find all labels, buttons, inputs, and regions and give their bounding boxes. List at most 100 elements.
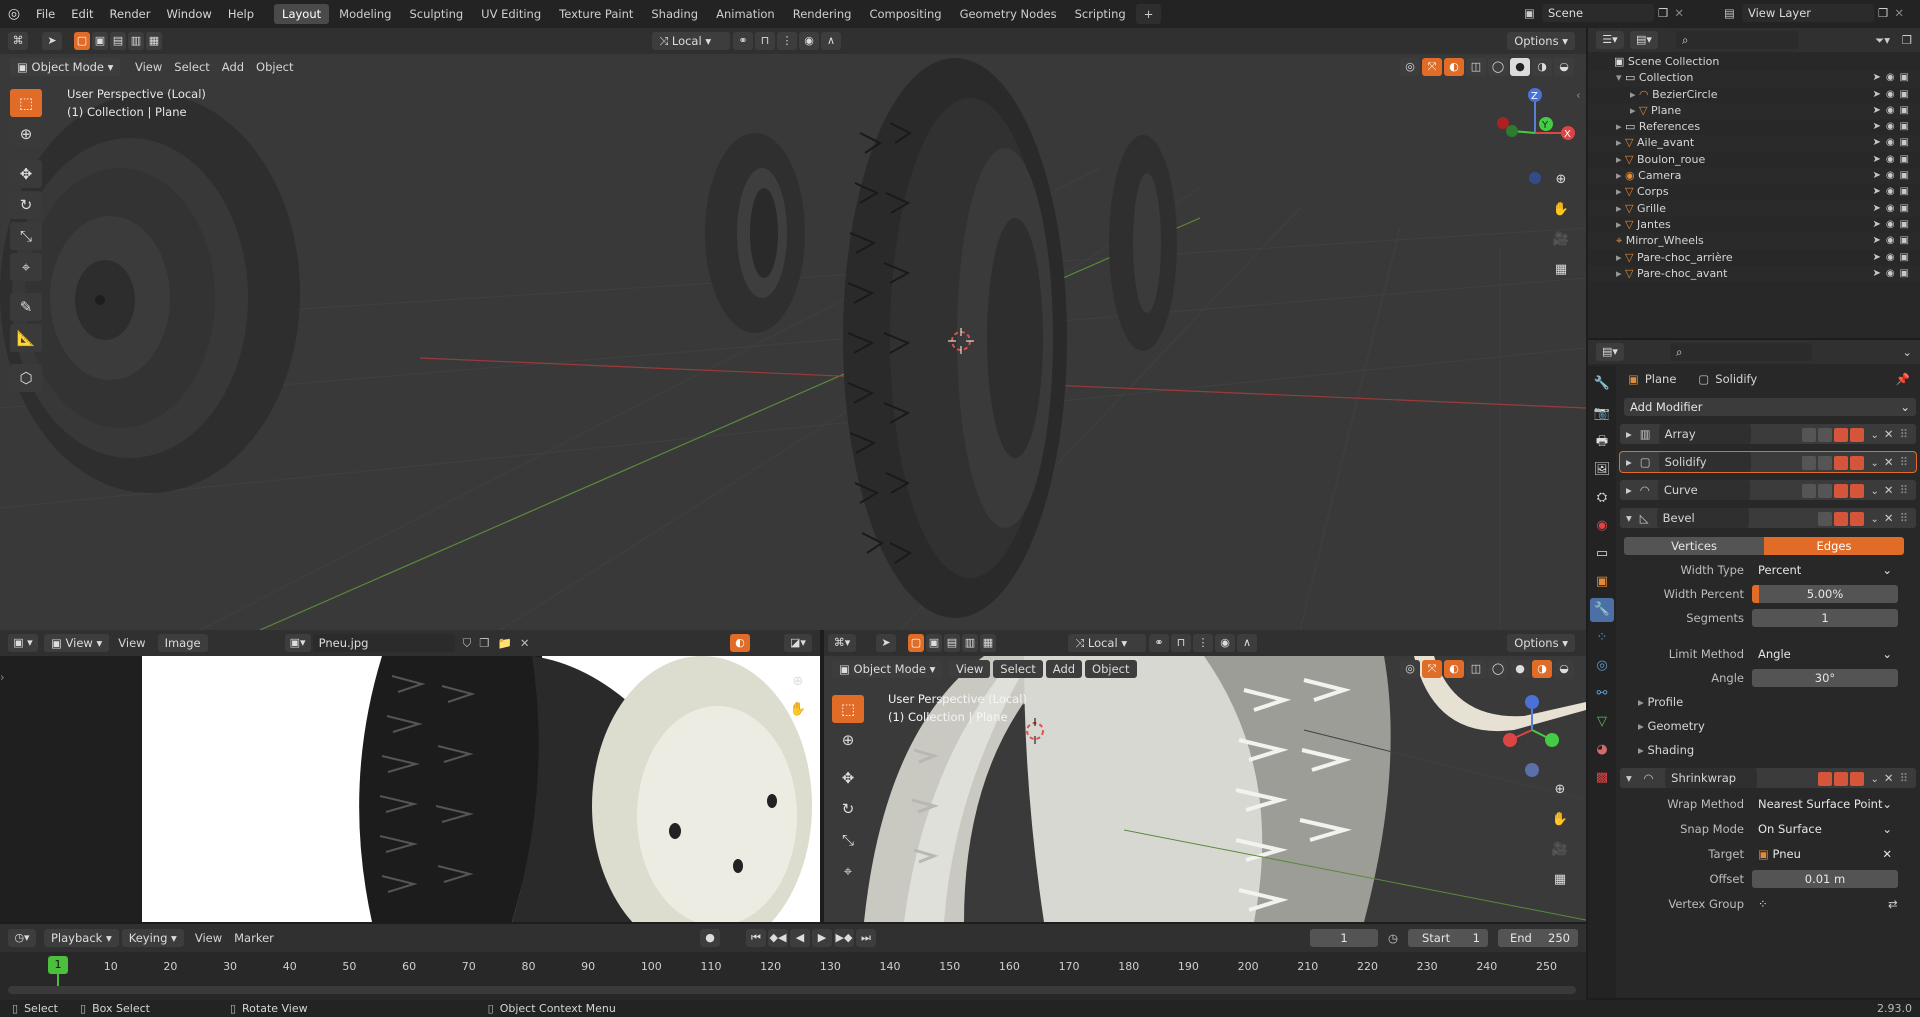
row-visibility-icons[interactable]: ➤◉▣: [1872, 233, 1914, 249]
tab-sculpting[interactable]: Sculpting: [401, 4, 471, 24]
tab-animation[interactable]: Animation: [708, 4, 783, 24]
outliner-editor-type-icon[interactable]: ☰▾: [1596, 31, 1624, 49]
next-keyframe-icon[interactable]: ▶◆: [834, 929, 854, 947]
start-frame-field[interactable]: Start 1: [1408, 929, 1488, 947]
expand-arrow-icon[interactable]: ▸: [1616, 120, 1625, 133]
select-extend-icon[interactable]: ▣: [92, 32, 108, 50]
shrinkwrap-editmode-icon[interactable]: [1817, 771, 1832, 786]
secondary-editor-type-icon[interactable]: ⌘▾: [828, 634, 856, 652]
subpanel-shading[interactable]: ▸ Shading: [1624, 738, 1918, 762]
outliner-row[interactable]: ▸ ▽ Plane ➤◉▣: [1588, 102, 1920, 120]
options-dropdown[interactable]: Options ▾: [1507, 32, 1575, 50]
modifier-delete-icon[interactable]: ✕: [1884, 483, 1894, 497]
properties-options-icon[interactable]: ⌄: [1902, 345, 1912, 359]
secondary-pivot-icon[interactable]: ⚭: [1149, 634, 1169, 652]
menu-render[interactable]: Render: [102, 0, 159, 28]
tab-constraints-icon[interactable]: ⚯: [1590, 682, 1614, 706]
offset-field[interactable]: 0.01 m: [1752, 870, 1898, 888]
shading-solid-icon[interactable]: ●: [1510, 58, 1530, 76]
outliner-display-mode-icon[interactable]: ▤▾: [1630, 31, 1658, 49]
image-display-channels-icon[interactable]: ◪▾: [784, 634, 812, 652]
properties-panel[interactable]: ▤▾ ⌕ ⌄ 🔧 📷 🖶 🖼 ⛭ ◉ ▭ ▣ 🔧 ⁘ ◎ ⚯ ▽ ◕ ▩ ▣ P…: [1588, 340, 1920, 998]
modifier-drag-icon[interactable]: ⠿: [1900, 427, 1908, 441]
editmode-icon[interactable]: [1817, 483, 1832, 498]
outliner-row[interactable]: ▸ ◠ BezierCircle ➤◉▣: [1588, 87, 1920, 103]
row-visibility-icons[interactable]: ➤◉▣: [1872, 201, 1914, 217]
add-modifier-dropdown[interactable]: Add Modifier ⌄: [1624, 398, 1916, 416]
modifier-name-field[interactable]: Solidify: [1658, 452, 1751, 472]
modifier-array[interactable]: ▸ ▥ Array ⌄ ✕ ⠿: [1620, 424, 1916, 444]
jump-end-icon[interactable]: ⏭: [856, 929, 876, 947]
end-frame-field[interactable]: End 250: [1498, 929, 1578, 947]
snap-target-icon[interactable]: ⋮: [777, 32, 797, 50]
outliner-row[interactable]: ▸ ▽ Jantes ➤◉▣: [1588, 217, 1920, 233]
expand-arrow-icon[interactable]: ▸: [1616, 169, 1625, 182]
secondary-falloff-icon[interactable]: ∧: [1237, 634, 1257, 652]
outliner-row[interactable]: ▸ ▽ Pare-choc_avant ➤◉▣: [1588, 265, 1920, 283]
image-unlink-icon[interactable]: ✕: [520, 636, 530, 650]
secondary-gizmo-toggle-icon[interactable]: ⤧: [1422, 660, 1442, 678]
keying-dropdown[interactable]: Keying ▾: [121, 929, 184, 947]
view-layer-close-icon[interactable]: ✕: [1894, 6, 1904, 20]
on-cage-icon[interactable]: [1801, 427, 1816, 442]
secondary-select-extend-icon[interactable]: ▣: [926, 634, 942, 652]
expand-arrow-icon[interactable]: ▸: [1616, 185, 1625, 198]
target-field[interactable]: ▣ Pneu ✕: [1752, 845, 1898, 863]
tab-output-icon[interactable]: 🖶: [1590, 430, 1614, 454]
outliner-new-collection-icon[interactable]: ❐: [1902, 33, 1912, 47]
tab-object-icon[interactable]: ▣: [1590, 570, 1614, 594]
shrinkwrap-render-icon[interactable]: [1849, 771, 1864, 786]
shading-material-icon[interactable]: ◑: [1532, 58, 1552, 76]
shrinkwrap-menu-icon[interactable]: ⌄: [1871, 774, 1879, 785]
modifier-delete-icon[interactable]: ✕: [1884, 455, 1894, 469]
tab-physics-icon[interactable]: ◎: [1590, 654, 1614, 678]
row-visibility-icons[interactable]: ➤◉▣: [1872, 70, 1914, 86]
expand-arrow-icon[interactable]: ▸: [1616, 251, 1625, 264]
modifier-curve[interactable]: ▸ ◠ Curve ⌄ ✕ ⠿: [1620, 480, 1916, 500]
prev-keyframe-icon[interactable]: ◆◀: [768, 929, 788, 947]
image-duplicate-icon[interactable]: ❐: [479, 636, 489, 650]
modifier-expand-icon[interactable]: ▸: [1626, 427, 1632, 441]
secondary-menu-view[interactable]: View: [949, 660, 991, 678]
menu-select[interactable]: Select: [174, 60, 209, 74]
bevel-vertices-button[interactable]: Vertices: [1624, 537, 1764, 555]
menu-window[interactable]: Window: [158, 0, 219, 28]
width-percent-slider[interactable]: 5.00%: [1752, 585, 1898, 603]
cursor-tool-icon[interactable]: ⊕: [10, 120, 42, 148]
outliner-filter-icon[interactable]: ⏷▾: [1875, 33, 1890, 48]
on-cage-icon[interactable]: [1801, 483, 1816, 498]
modifier-solidify[interactable]: ▸ ▢ Solidify ⌄ ✕ ⠿: [1619, 451, 1917, 473]
tab-collection-icon[interactable]: ▭: [1590, 542, 1614, 566]
render-toggle-icon[interactable]: [1849, 455, 1864, 470]
mode-dropdown[interactable]: ▣ Object Mode ▾: [10, 58, 120, 76]
secondary-select-invert-icon[interactable]: ▥: [962, 634, 978, 652]
expand-arrow-icon[interactable]: ▸: [1616, 202, 1625, 215]
measure-tool-icon[interactable]: 📐: [10, 324, 42, 352]
shrinkwrap-delete-icon[interactable]: ✕: [1884, 771, 1894, 785]
tire-left-model[interactable]: [0, 88, 340, 508]
tab-compositing[interactable]: Compositing: [861, 4, 949, 24]
menu-help[interactable]: Help: [220, 0, 262, 28]
outliner-search-input[interactable]: ⌕: [1676, 31, 1798, 49]
limit-method-dropdown[interactable]: Angle ⌄: [1752, 645, 1898, 663]
expand-arrow-icon[interactable]: ▸: [1616, 153, 1625, 166]
vertex-group-invert-icon[interactable]: ⇄: [1888, 897, 1898, 911]
row-visibility-icons[interactable]: ➤◉▣: [1872, 266, 1914, 282]
outliner-panel[interactable]: ☰▾ ▤▾ ⌕ ⏷▾ ❐ ▣ Scene Collection ▾ ▭ Coll…: [1588, 28, 1920, 338]
secondary-ortho-icon[interactable]: ▦: [1548, 868, 1572, 892]
image-menu-image[interactable]: Image: [157, 634, 208, 652]
expand-arrow-icon[interactable]: ▸: [1616, 267, 1625, 280]
modifier-menu-icon[interactable]: ⌄: [1871, 486, 1879, 497]
viewport-toggle-icon[interactable]: [1833, 455, 1848, 470]
tire-small-1-model[interactable]: [700, 128, 810, 338]
tab-tool-icon[interactable]: 🔧: [1590, 372, 1614, 396]
scale-tool-icon[interactable]: ⤡: [10, 222, 42, 250]
tab-scripting[interactable]: Scripting: [1067, 4, 1134, 24]
outliner-row[interactable]: ▸ ▽ Boulon_roue ➤◉▣: [1588, 152, 1920, 168]
secondary-select-box-tool-icon[interactable]: ⬚: [832, 695, 864, 723]
secondary-menu-object[interactable]: Object: [1085, 660, 1137, 678]
expand-arrow-icon[interactable]: ▸: [1616, 136, 1625, 149]
scene-selector[interactable]: ▣ Scene ❐ ✕: [1524, 4, 1684, 22]
shrinkwrap-viewport-icon[interactable]: [1833, 771, 1848, 786]
secondary-shading-material-icon[interactable]: ◑: [1532, 660, 1552, 678]
